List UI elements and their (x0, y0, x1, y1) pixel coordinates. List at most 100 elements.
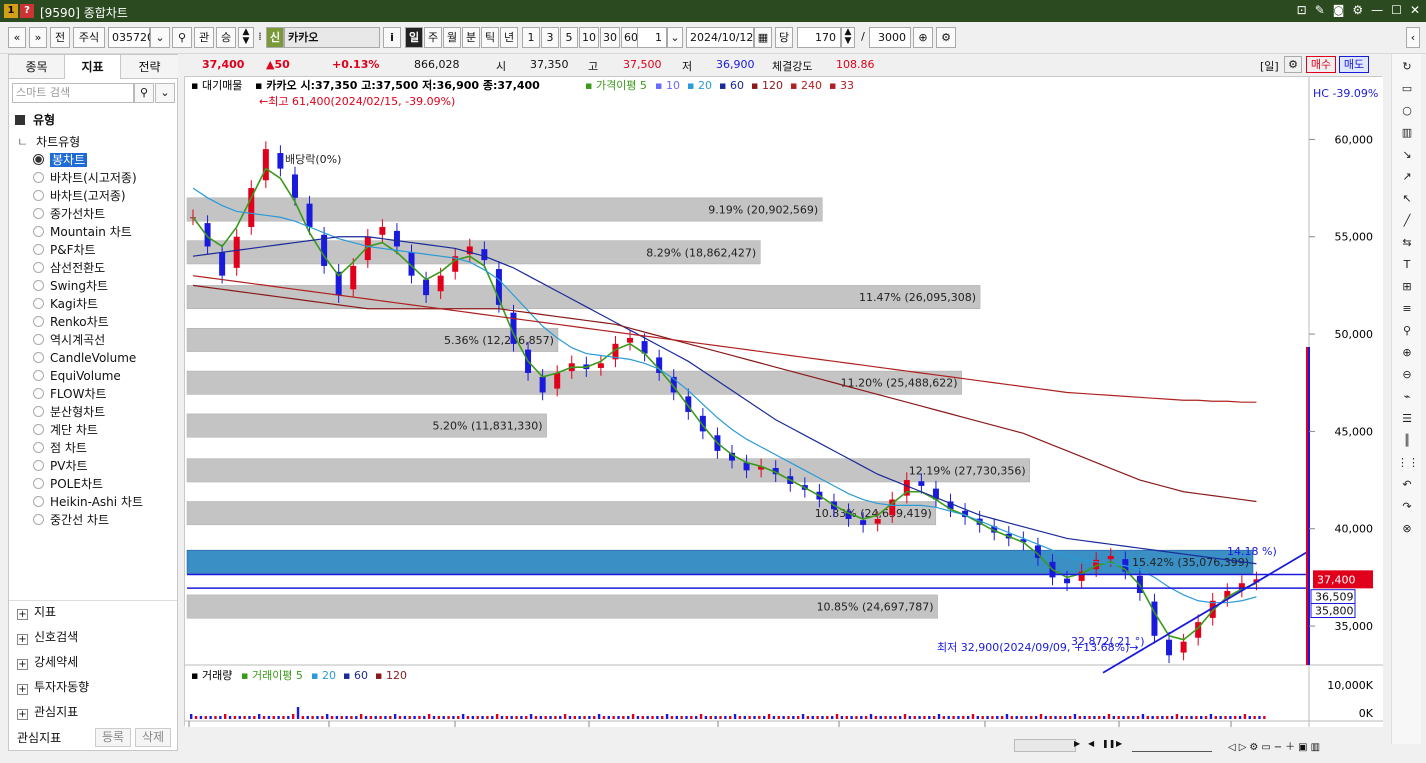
pattern-tool-icon[interactable]: ⊞ (1397, 278, 1417, 296)
expand-icon[interactable]: + (17, 609, 28, 620)
arrow-tool-icon[interactable]: ↘ (1397, 146, 1417, 164)
chart-area[interactable]: 9.19% (20,902,569) 8.29% (18,862,427) 11.4… (184, 76, 1383, 738)
trendline-tool-icon[interactable]: ╱ (1397, 212, 1417, 230)
category-item[interactable]: + 지표 (17, 603, 56, 621)
expand-icon[interactable]: + (17, 659, 28, 670)
radio-icon[interactable] (33, 154, 44, 165)
radio-icon[interactable] (33, 424, 44, 435)
period-icon[interactable]: ⋮⋮ (1397, 454, 1419, 472)
chevron-down-icon[interactable]: ⌄ (155, 83, 175, 103)
interval-5-button[interactable]: 5 (560, 27, 578, 48)
period-0-button[interactable]: 일 (405, 27, 423, 48)
period-3-button[interactable]: 분 (462, 27, 480, 48)
chart-type-item[interactable]: 바차트(시고저종) (33, 169, 137, 187)
interval-1-button[interactable]: 1 (522, 27, 540, 48)
code-dropdown-icon[interactable]: ⌄ (150, 27, 170, 48)
maximize-icon[interactable]: ☐ (1391, 3, 1402, 17)
chart-type-item[interactable]: 점 차트 (33, 439, 87, 457)
radio-icon[interactable] (33, 334, 44, 345)
search-icon[interactable]: ⚲ (134, 83, 154, 103)
chart-type-item[interactable]: POLE차트 (33, 475, 103, 493)
grid-icon[interactable]: ☰ (1397, 410, 1417, 428)
chart-type-item[interactable]: Kagi차트 (33, 295, 98, 313)
max-bars-input[interactable]: 3000 (869, 27, 911, 48)
delete-button[interactable]: 삭제 (135, 728, 171, 747)
pause-icon[interactable]: ❚❚ (1102, 739, 1115, 752)
edit-icon[interactable]: ✎ (1315, 3, 1325, 17)
radio-icon[interactable] (33, 496, 44, 507)
sang-button[interactable]: 승 (216, 27, 236, 48)
radio-icon[interactable] (33, 352, 44, 363)
chart-type-item[interactable]: 중간선 차트 (33, 511, 109, 529)
chart-type-item[interactable]: Mountain 차트 (33, 223, 132, 241)
chart-type-item[interactable]: 삼선전환도 (33, 259, 105, 277)
magnet-icon[interactable]: ⌁ (1397, 388, 1417, 406)
tab-strategy[interactable]: 전략 (121, 55, 178, 79)
chart-type-item[interactable]: 바차트(고저종) (33, 187, 126, 205)
text-tool-icon[interactable]: T (1397, 256, 1417, 274)
stock-code-input[interactable]: 035720 (108, 27, 154, 48)
vertical-line-icon[interactable]: ║ (1397, 432, 1417, 450)
tab-stock[interactable]: 종목 (9, 55, 65, 79)
expand-icon[interactable]: + (17, 684, 28, 695)
date-input[interactable]: 2024/10/12 (686, 27, 754, 48)
group-chart-type[interactable]: ㄴ 차트유형 (17, 133, 80, 151)
chart-type-item[interactable]: 역시계곡선 (33, 331, 105, 349)
chart-type-item[interactable]: PV차트 (33, 457, 88, 475)
scroll-left-icon[interactable]: ◀ (1088, 739, 1098, 752)
close-icon[interactable]: ✕ (1410, 3, 1420, 17)
search-icon[interactable]: ⚲ (172, 27, 192, 48)
refresh-icon[interactable]: ↻ (1397, 58, 1417, 76)
zoom-tool-icon[interactable]: ⚲ (1397, 322, 1417, 340)
smart-search-input[interactable]: 스마트 검색 (12, 83, 134, 103)
fib-tool-icon[interactable]: ≡ (1397, 300, 1417, 318)
zoom-plus-icon[interactable]: ⊕ (913, 27, 933, 48)
info-button[interactable]: i (383, 27, 401, 48)
minimize-icon[interactable]: — (1371, 3, 1383, 17)
radio-icon[interactable] (33, 370, 44, 381)
radio-icon[interactable] (33, 514, 44, 525)
play-icon[interactable]: ▶ (1116, 739, 1126, 752)
settings-icon[interactable]: ⚙ (936, 27, 956, 48)
chart-type-item[interactable]: Renko차트 (33, 313, 109, 331)
category-item[interactable]: + 투자자동향 (17, 678, 89, 696)
zoom-slider[interactable] (1132, 739, 1212, 752)
interval-30-button[interactable]: 30 (600, 27, 620, 48)
scrollbar-thumb[interactable] (1014, 739, 1076, 752)
zoom-controls[interactable]: ◁▷⚙▭−＋▣▥ (1228, 738, 1378, 753)
category-item[interactable]: + 신호검색 (17, 628, 78, 646)
zoom-in-icon[interactable]: ⊕ (1397, 344, 1417, 362)
tab-indicator[interactable]: 지표 (65, 55, 121, 79)
interval-10-button[interactable]: 10 (579, 27, 599, 48)
radio-icon[interactable] (33, 316, 44, 327)
interval-3-button[interactable]: 3 (541, 27, 559, 48)
chart-scroll-bar[interactable]: ▶ ◀ ❚❚ ▶ ◁▷⚙▭−＋▣▥ (184, 738, 1382, 753)
chart-type-item[interactable]: 종가선차트 (33, 205, 105, 223)
buy-button[interactable]: 매수 (1306, 56, 1336, 73)
sell-button[interactable]: 매도 (1339, 56, 1369, 73)
period-1-button[interactable]: 주 (424, 27, 442, 48)
radio-icon[interactable] (33, 172, 44, 183)
chart-type-item[interactable]: Swing차트 (33, 277, 108, 295)
radio-icon[interactable] (33, 298, 44, 309)
updown-stepper[interactable]: ▲ ▼ (238, 27, 254, 48)
prev-stock-button[interactable]: « (8, 27, 26, 48)
undo-icon[interactable]: ↶ (1397, 476, 1417, 494)
period-2-button[interactable]: 월 (443, 27, 461, 48)
period-4-button[interactable]: 틱 (481, 27, 499, 48)
count-input[interactable]: 1 (637, 27, 667, 48)
radio-icon[interactable] (33, 406, 44, 417)
radio-icon[interactable] (33, 226, 44, 237)
price-chart[interactable]: 9.19% (20,902,569) 8.29% (18,862,427) 11.4… (185, 77, 1383, 738)
count-dropdown-icon[interactable]: ⌄ (667, 27, 683, 48)
auto-tool-icon[interactable]: ⇆ (1397, 234, 1417, 252)
capture-icon[interactable]: ◙ (1333, 3, 1345, 17)
collapse-right-icon[interactable]: ‹ (1406, 27, 1420, 48)
stock-type-select[interactable]: 주식 (73, 27, 105, 48)
zoom-out-icon[interactable]: ⊖ (1397, 366, 1417, 384)
calendar-icon[interactable]: ▦ (754, 27, 772, 48)
expand-icon[interactable]: + (17, 709, 28, 720)
period-5-button[interactable]: 년 (500, 27, 518, 48)
chart-type-item[interactable]: CandleVolume (33, 349, 136, 367)
pin-icon[interactable]: ⊡ (1297, 3, 1307, 17)
